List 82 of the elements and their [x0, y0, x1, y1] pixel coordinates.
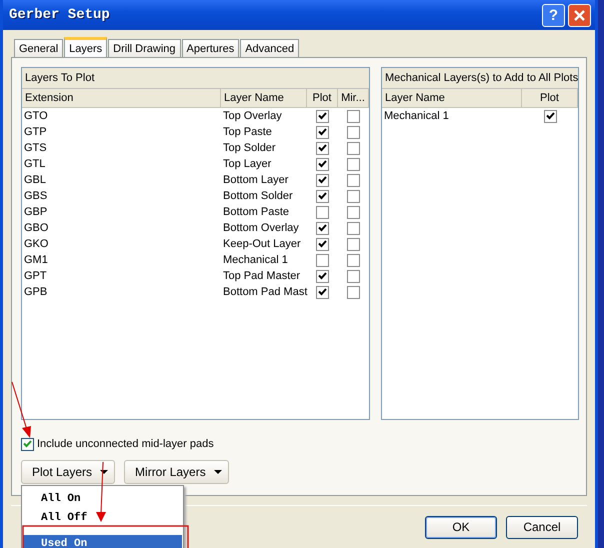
checkbox[interactable] — [544, 110, 556, 122]
column-header[interactable]: Plot — [522, 89, 578, 107]
checkbox[interactable] — [316, 142, 329, 154]
checkbox[interactable] — [347, 158, 360, 170]
column-header[interactable]: Layer Name — [382, 89, 522, 107]
menu-item[interactable]: All Off — [23, 509, 182, 527]
checkbox[interactable] — [347, 174, 360, 186]
table-cell-text: Bottom Pad Mast — [222, 285, 307, 300]
table-cell-text: GKO — [23, 237, 50, 252]
checkbox[interactable] — [316, 206, 329, 218]
table-cell-text: Bottom Solder — [222, 189, 294, 204]
group-title: Mechanical Layers(s) to Add to All Plots — [382, 68, 578, 89]
annotation-arrow — [96, 462, 106, 522]
table-cell-text: GBP — [23, 205, 48, 220]
checkbox[interactable] — [347, 254, 360, 266]
menu-item[interactable]: Used On — [23, 535, 182, 548]
checkbox-label: Include unconnected mid-layer pads — [37, 438, 214, 450]
table-cell-text: GBL — [23, 173, 48, 188]
caret-icon — [214, 470, 222, 474]
checkbox[interactable] — [21, 438, 34, 450]
checkbox[interactable] — [347, 270, 360, 282]
table-cell-text: GBO — [23, 221, 50, 236]
table-cell-text: Top Overlay — [222, 109, 283, 124]
checkbox[interactable] — [347, 126, 360, 138]
tab[interactable]: Apertures — [182, 39, 240, 57]
checkbox[interactable] — [347, 190, 360, 202]
checkbox[interactable] — [316, 174, 329, 186]
table-cell-text: GPB — [23, 285, 48, 300]
column-header[interactable]: Extension — [22, 89, 221, 107]
table-cell-text: GTP — [23, 125, 48, 140]
checkbox[interactable] — [316, 158, 329, 170]
column-header[interactable]: Plot — [307, 89, 338, 107]
tab[interactable]: General — [14, 39, 64, 57]
dialog-button[interactable]: Cancel — [506, 516, 578, 538]
menu-item[interactable]: All On — [23, 490, 182, 508]
table-cell-text: GTS — [23, 141, 48, 156]
table-cell-text: Top Pad Master — [222, 269, 302, 284]
checkbox[interactable] — [316, 254, 329, 266]
table-cell-text: GPT — [23, 269, 48, 284]
checkbox[interactable] — [316, 190, 329, 202]
caret-icon — [100, 470, 108, 474]
tab[interactable]: Advanced — [240, 39, 300, 57]
checkbox[interactable] — [347, 142, 360, 154]
checkbox[interactable] — [347, 110, 360, 122]
table-cell-text: GM1 — [23, 253, 49, 268]
table-cell-text: Mechanical 1 — [222, 253, 289, 268]
table-cell-text: GTL — [23, 157, 46, 172]
column-header[interactable]: Layer Name — [221, 89, 307, 107]
window-title: Gerber Setup — [9, 7, 111, 23]
dropdown-button[interactable]: Mirror Layers — [124, 460, 229, 484]
table-cell-text: GBS — [23, 189, 48, 204]
table-cell-text: Bottom Overlay — [222, 221, 300, 236]
column-header[interactable]: Mir... — [338, 89, 369, 107]
checkbox[interactable] — [347, 206, 360, 218]
dialog-button[interactable]: OK — [425, 516, 497, 538]
table-cell-text: Top Solder — [222, 141, 277, 156]
checkbox[interactable] — [316, 286, 329, 298]
table-cell-text: Bottom Layer — [222, 173, 290, 188]
checkbox[interactable] — [347, 222, 360, 234]
tab[interactable]: Drill Drawing — [108, 39, 181, 57]
checkbox[interactable] — [316, 110, 329, 122]
check-icon — [23, 440, 32, 448]
table-cell-text: Mechanical 1 — [383, 109, 450, 124]
table-cell-text: Top Layer — [222, 157, 272, 172]
table-cell-text: GTO — [23, 109, 49, 124]
close-button[interactable] — [568, 4, 591, 26]
table-cell-text: Keep-Out Layer — [222, 237, 302, 252]
checkbox[interactable] — [316, 238, 329, 250]
check-icon — [546, 112, 554, 120]
close-icon — [574, 10, 585, 20]
checkbox[interactable] — [316, 270, 329, 282]
checkbox[interactable] — [347, 286, 360, 298]
checkbox[interactable] — [316, 222, 329, 234]
checkbox[interactable] — [347, 238, 360, 250]
checkbox[interactable] — [316, 126, 329, 138]
group-title: Layers To Plot — [22, 68, 369, 89]
help-button[interactable]: ? — [542, 4, 565, 26]
table-cell-text: Top Paste — [222, 125, 273, 140]
dropdown-button[interactable]: Plot Layers — [21, 460, 116, 484]
tab[interactable]: Layers — [64, 37, 108, 57]
table-cell-text: Bottom Paste — [222, 205, 290, 220]
annotation-arrow — [12, 382, 31, 438]
